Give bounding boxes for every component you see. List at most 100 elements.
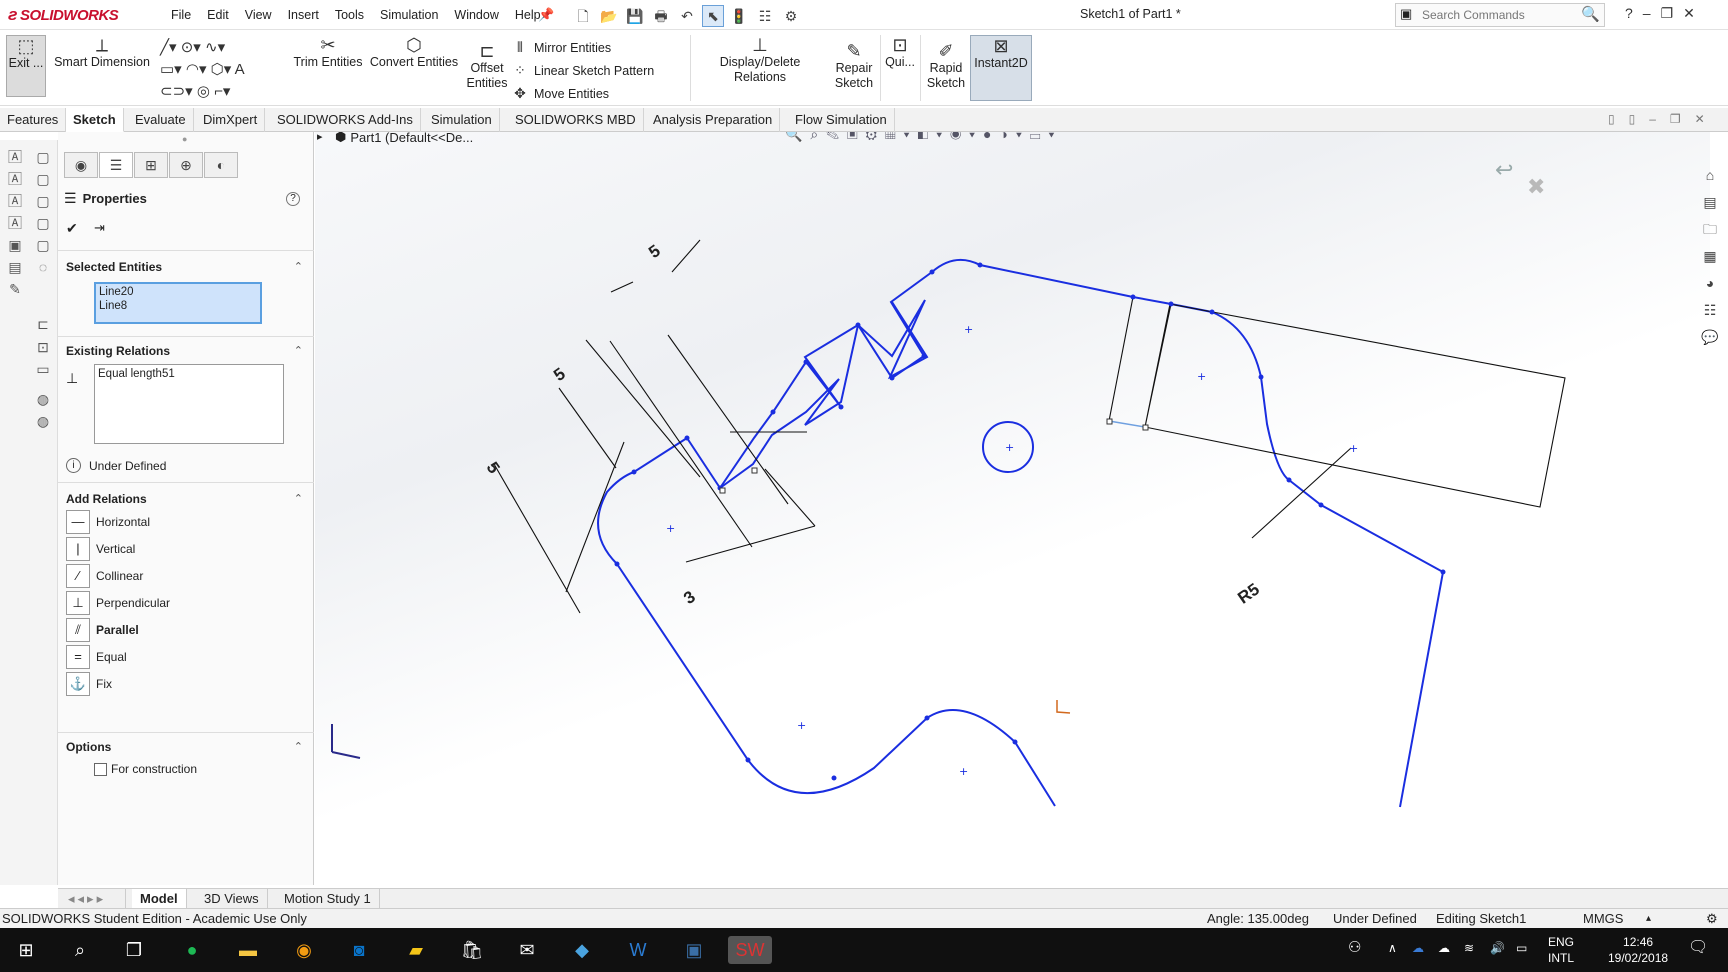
help-circle-icon[interactable]: ? <box>286 192 300 206</box>
mirror-entities-button[interactable]: ⫴ Mirror Entities <box>512 39 611 56</box>
relation-collinear[interactable]: ⁄ Collinear <box>66 564 143 588</box>
task-view-icon[interactable]: ❐ <box>120 936 148 964</box>
dimxpert-manager-tab-icon[interactable]: ⊕ <box>169 152 203 178</box>
collapse-options-icon[interactable]: ⌃ <box>294 740 303 753</box>
notifications-icon[interactable]: 🗨 <box>1688 940 1708 956</box>
windows-start-icon[interactable]: ⊞ <box>12 936 40 964</box>
menu-tools[interactable]: Tools <box>327 6 372 24</box>
circle-icon[interactable]: ⊙▾ <box>181 39 201 56</box>
new-document-icon[interactable]: 🗋 <box>572 6 594 26</box>
search-commands-input[interactable]: ▣ Search Commands 🔍 <box>1395 3 1605 27</box>
relation-fix[interactable]: ⚓ Fix <box>66 672 112 696</box>
sketch-tool-icon-1[interactable]: 🄰 <box>6 148 24 166</box>
move-entities-button[interactable]: ✥ Move Entities <box>512 85 609 102</box>
sticky-notes-icon[interactable]: ▰ <box>402 936 430 964</box>
outlook-icon[interactable]: ◙ <box>345 936 373 964</box>
select-cursor-icon[interactable]: ⬉ <box>702 5 724 27</box>
selected-entity-item[interactable]: Line8 <box>96 300 260 312</box>
units-selector[interactable]: MMGS <box>1583 909 1623 929</box>
onenote-icon[interactable]: ▣ <box>680 936 708 964</box>
for-construction-option[interactable]: For construction <box>94 762 197 776</box>
language-indicator[interactable]: ENG INTL <box>1548 934 1574 966</box>
smart-dimension-button[interactable]: ⟂ Smart Dimension <box>52 35 152 70</box>
doc-window-controls[interactable]: ▯▯–❐✕ <box>1608 112 1719 126</box>
add-relations-title[interactable]: Add Relations <box>66 492 147 506</box>
forum-icon[interactable]: 💬 <box>1698 325 1722 349</box>
clock[interactable]: 12:46 19/02/2018 <box>1608 934 1668 966</box>
sketch-tool-icon-4[interactable]: 🄰 <box>6 214 24 232</box>
convert-entities-button[interactable]: ⬡ Convert Entities <box>368 35 460 70</box>
menu-view[interactable]: View <box>237 6 280 24</box>
selected-entities-title[interactable]: Selected Entities <box>66 260 162 274</box>
feature-manager-tab-icon[interactable]: ◉ <box>64 152 98 178</box>
selected-entity-item[interactable]: Line20 <box>96 284 260 300</box>
collapse-add-relations-icon[interactable]: ⌃ <box>294 492 303 505</box>
app-launcher-icon[interactable]: ◆ <box>568 936 596 964</box>
help-balloon-icon[interactable]: ⚙ <box>1706 909 1718 929</box>
configuration-manager-tab-icon[interactable]: ⊞ <box>134 152 168 178</box>
tab-dimxpert[interactable]: DimXpert <box>196 108 266 132</box>
tab-navigation-arrows[interactable]: ◂◂▸▸ <box>60 889 126 909</box>
relation-perpendicular[interactable]: ⊥ Perpendicular <box>66 591 170 615</box>
selected-entities-list[interactable]: Line20 Line8 <box>94 282 262 324</box>
spotify-icon[interactable]: ● <box>178 936 206 964</box>
feature-icon-10[interactable]: ◍ <box>34 390 52 408</box>
design-library-icon[interactable]: 🗀 <box>1698 217 1722 241</box>
resources-icon[interactable]: ▤ <box>1698 190 1722 214</box>
existing-relation-item[interactable]: Equal length51 <box>95 365 283 383</box>
mail-icon[interactable]: ✉ <box>513 936 541 964</box>
tab-features[interactable]: Features <box>0 108 67 132</box>
repair-sketch-button[interactable]: ✎ Repair Sketch <box>832 41 876 91</box>
text-icon[interactable]: A <box>235 61 245 78</box>
for-construction-checkbox[interactable] <box>94 762 107 776</box>
menu-edit[interactable]: Edit <box>199 6 237 24</box>
file-properties-icon[interactable]: ☷ <box>754 6 776 26</box>
sketch-tool-icon-3[interactable]: 🄰 <box>6 192 24 210</box>
close-icon[interactable]: ✕ <box>1683 5 1695 22</box>
feature-icon-11[interactable]: ◍ <box>34 412 52 430</box>
pushpin-icon[interactable]: ⇥ <box>94 220 105 236</box>
store-icon[interactable]: 🛍 <box>458 936 486 964</box>
print-icon[interactable]: 🖶 <box>650 6 672 26</box>
feature-icon-3[interactable]: ▢ <box>34 192 52 210</box>
menu-insert[interactable]: Insert <box>280 6 327 24</box>
wifi-icon[interactable]: ≋ <box>1464 940 1474 956</box>
restore-icon[interactable]: ❐ <box>1661 5 1674 22</box>
polygon-icon[interactable]: ⬡▾ <box>211 61 232 78</box>
options-title[interactable]: Options <box>66 740 111 754</box>
ok-check-icon[interactable]: ✔ <box>66 220 78 237</box>
fillet-icon[interactable]: ⌐▾ <box>214 83 230 100</box>
undo-icon[interactable]: ↶ <box>676 6 698 26</box>
point-icon[interactable]: ◎ <box>197 83 210 100</box>
selected-line[interactable] <box>1108 420 1146 428</box>
pin-icon[interactable]: 📌 <box>538 7 554 23</box>
sketch-tool-icon-7[interactable]: ✎ <box>6 280 24 298</box>
solidworks-logo[interactable]: ƨ SOLIDWORKS <box>8 4 119 26</box>
feature-icon-7[interactable]: ⊏ <box>34 315 52 333</box>
solidworks-taskbar-icon[interactable]: SW <box>728 936 772 964</box>
feature-icon-2[interactable]: ▢ <box>34 170 52 188</box>
onedrive-icon[interactable]: ☁ <box>1412 940 1424 956</box>
property-manager-tab-icon[interactable]: ☰ <box>99 152 133 178</box>
feature-icon-8[interactable]: ⊡ <box>34 338 52 356</box>
tab-evaluate[interactable]: Evaluate <box>128 108 194 132</box>
tab-3d-views[interactable]: 3D Views <box>196 889 268 909</box>
file-explorer-taskbar-icon[interactable]: ▬ <box>234 936 262 964</box>
search-icon[interactable]: 🔍 <box>1581 5 1600 23</box>
menu-window[interactable]: Window <box>446 6 506 24</box>
exit-sketch-button[interactable]: ⬚ Exit ... <box>6 35 46 97</box>
word-icon[interactable]: W <box>624 936 652 964</box>
feature-icon-4[interactable]: ▢ <box>34 214 52 232</box>
tray-chevron-icon[interactable]: ∧ <box>1388 940 1397 956</box>
people-icon[interactable]: ⚇ <box>1348 940 1361 956</box>
menu-simulation[interactable]: Simulation <box>372 6 446 24</box>
instant2d-button[interactable]: ⊠ Instant2D <box>970 35 1032 101</box>
slot-icon[interactable]: ⊂⊃▾ <box>160 83 193 100</box>
cloud-icon[interactable]: ☁ <box>1438 940 1450 956</box>
quick-snaps-button[interactable]: ⊡ Qui... <box>882 35 918 70</box>
taskbar-search-icon[interactable]: ⌕ <box>66 936 94 964</box>
relation-vertical[interactable]: | Vertical <box>66 537 135 561</box>
offset-entities-button[interactable]: ⊏ Offset Entities <box>462 41 512 91</box>
collapse-existing-icon[interactable]: ⌃ <box>294 344 303 357</box>
tab-sketch[interactable]: Sketch <box>66 108 124 132</box>
